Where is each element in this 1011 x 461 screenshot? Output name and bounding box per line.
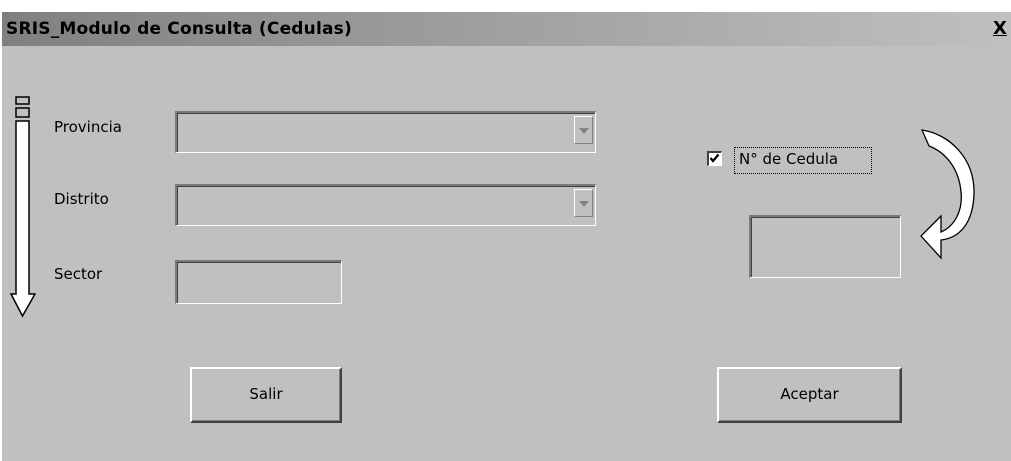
consulta-window: SRIS_Modulo de Consulta (Cedulas) X Prov… [2, 12, 1011, 461]
cedula-checkbox-label[interactable]: N° de Cedula [739, 150, 838, 168]
down-arrow-icon [10, 96, 36, 318]
chevron-down-icon [579, 201, 589, 207]
chevron-down-icon [579, 128, 589, 134]
title-bar: SRIS_Modulo de Consulta (Cedulas) X [2, 12, 1011, 46]
accept-button[interactable]: Aceptar [717, 367, 902, 423]
provincia-dropdown-button[interactable] [574, 116, 593, 144]
cedula-input[interactable] [749, 215, 901, 278]
distrito-dropdown-button[interactable] [574, 189, 593, 217]
sector-label: Sector [54, 265, 103, 283]
exit-button-label: Salir [249, 385, 283, 403]
checkmark-icon [709, 153, 720, 163]
window-title: SRIS_Modulo de Consulta (Cedulas) [6, 19, 352, 39]
close-button[interactable]: X [991, 20, 1009, 38]
provincia-combobox[interactable] [175, 111, 596, 153]
exit-button[interactable]: Salir [190, 367, 342, 423]
curved-arrow-icon [920, 129, 975, 260]
accept-button-label: Aceptar [780, 385, 839, 403]
distrito-label: Distrito [54, 190, 109, 208]
cedula-checkbox[interactable] [707, 151, 722, 166]
provincia-label: Provincia [54, 118, 122, 136]
distrito-combobox[interactable] [175, 184, 596, 226]
sector-input[interactable] [175, 260, 342, 304]
